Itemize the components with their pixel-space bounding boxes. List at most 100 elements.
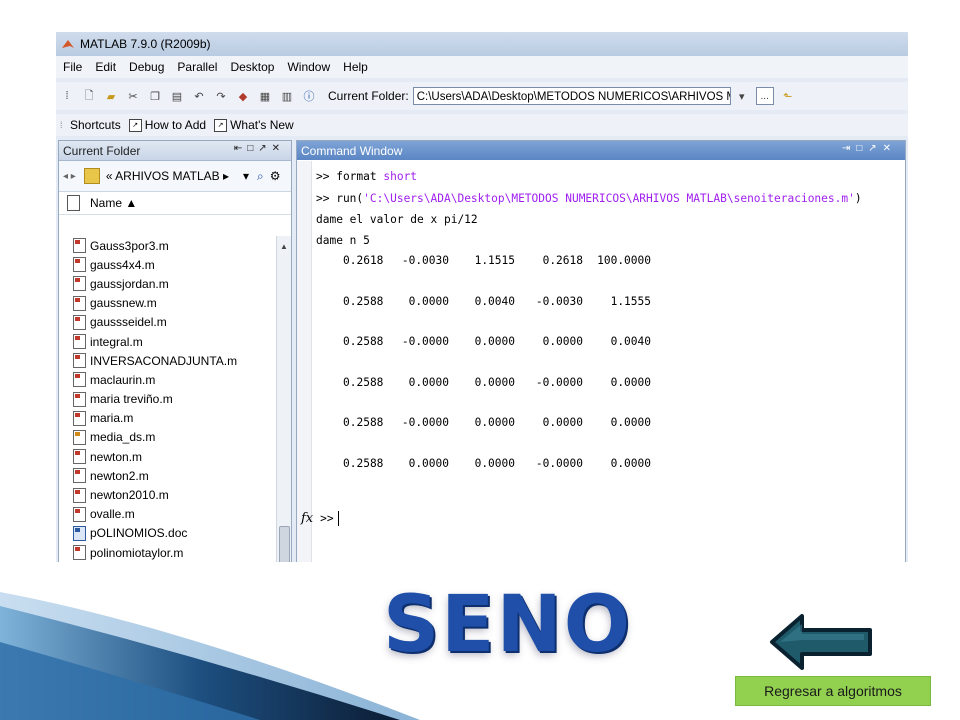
open-folder-icon[interactable]: ▰ bbox=[103, 88, 119, 104]
decorative-ribbon bbox=[0, 592, 420, 720]
fx-icon[interactable]: fx bbox=[301, 511, 313, 526]
list-item[interactable]: gaussnew.m bbox=[59, 294, 275, 313]
table-row: 0.2588 -0.0000 0.0000 0.0000 0.0040 bbox=[343, 335, 651, 348]
menu-desktop[interactable]: Desktop bbox=[223, 60, 280, 74]
back-forward-icon[interactable]: ◂ ▸ bbox=[63, 171, 76, 182]
matlab-logo-icon bbox=[62, 40, 74, 48]
list-item[interactable]: newton2.m bbox=[59, 466, 275, 485]
shortcuts-label[interactable]: Shortcuts bbox=[70, 118, 121, 132]
how-to-add-link[interactable]: How to Add bbox=[145, 118, 206, 132]
command-window-header: Command Window ⇥□↗✕ bbox=[297, 141, 905, 160]
file-name: pOLINOMIOS.doc bbox=[90, 526, 188, 541]
menu-debug[interactable]: Debug bbox=[122, 60, 170, 74]
search-icon[interactable]: ⌕ bbox=[257, 169, 264, 184]
list-item[interactable]: media_ds.m bbox=[59, 428, 275, 447]
output-line: dame n 5 bbox=[316, 234, 370, 247]
m-file-icon bbox=[73, 545, 86, 561]
scroll-up-icon[interactable]: ▲ bbox=[277, 242, 291, 251]
whats-new-icon: ↗ bbox=[214, 118, 228, 132]
m-file-icon bbox=[73, 449, 86, 465]
name-column-header[interactable]: Name ▲ bbox=[59, 192, 291, 215]
m-file-icon bbox=[73, 372, 86, 388]
file-name: gaussseidel.m bbox=[90, 315, 167, 330]
menu-edit[interactable]: Edit bbox=[88, 60, 122, 74]
folder-icon bbox=[83, 168, 100, 184]
list-item[interactable]: newton2010.m bbox=[59, 485, 275, 504]
folder-address[interactable]: « ARHIVOS MATLAB ▸ bbox=[106, 169, 229, 183]
address-dropdown-icon[interactable]: ▾ bbox=[243, 169, 249, 183]
browse-folder-button[interactable]: ... bbox=[755, 87, 774, 105]
cut-icon[interactable]: ✂ bbox=[125, 88, 141, 104]
list-item[interactable]: Gauss3por3.m bbox=[59, 236, 275, 255]
back-arrow-icon[interactable] bbox=[768, 612, 874, 672]
file-name: newton.m bbox=[90, 449, 143, 464]
back-to-algorithms-link[interactable]: Regresar a algoritmos bbox=[735, 676, 931, 706]
file-name: media_ds.m bbox=[90, 430, 156, 445]
undo-icon[interactable]: ↶ bbox=[191, 88, 207, 104]
prompt-symbol: >> bbox=[320, 512, 334, 525]
list-item[interactable]: gaussjordan.m bbox=[59, 274, 275, 293]
copy-icon[interactable]: ❐ bbox=[147, 88, 163, 104]
shortcuts-bar: ⁞ Shortcuts ↗ How to Add ↗ What's New bbox=[56, 114, 908, 136]
file-list-scrollbar[interactable]: ▲ bbox=[276, 236, 291, 562]
name-column-label: Name ▲ bbox=[90, 196, 138, 210]
m-file-icon bbox=[73, 410, 86, 426]
new-file-icon[interactable]: 🗋 bbox=[81, 88, 97, 104]
menu-parallel[interactable]: Parallel bbox=[170, 60, 223, 74]
text-caret bbox=[337, 511, 339, 526]
scrollbar-thumb[interactable] bbox=[279, 526, 290, 562]
command-gutter bbox=[297, 161, 312, 562]
file-name: ovalle.m bbox=[90, 507, 135, 522]
file-name: INVERSACONADJUNTA.m bbox=[90, 353, 238, 368]
table-row: 0.2588 0.0000 0.0000 -0.0000 0.0000 bbox=[343, 376, 651, 389]
folder-address-bar: ◂ ▸ « ARHIVOS MATLAB ▸ ▾ ⌕ ⚙ bbox=[59, 161, 291, 192]
matlab-screenshot: MATLAB 7.9.0 (R2009b) File Edit Debug Pa… bbox=[56, 32, 908, 562]
list-item[interactable]: gauss4x4.m bbox=[59, 255, 275, 274]
file-name: maria treviño.m bbox=[90, 392, 173, 407]
file-name: newton2.m bbox=[90, 468, 149, 483]
m-file-icon bbox=[73, 257, 86, 273]
current-folder-panel: Current Folder ⇤□↗✕ ◂ ▸ « ARHIVOS MATLAB… bbox=[58, 140, 292, 562]
list-item[interactable]: integral.m bbox=[59, 332, 275, 351]
panel-window-controls-icon[interactable]: ⇤□↗✕ bbox=[234, 143, 285, 154]
table-row: 0.2588 -0.0000 0.0000 0.0000 0.0000 bbox=[343, 416, 651, 429]
list-item[interactable]: INVERSACONADJUNTA.m bbox=[59, 351, 275, 370]
command-window-panel: Command Window ⇥□↗✕ >> format short >> r… bbox=[296, 140, 906, 562]
list-item[interactable]: pOLINOMIOS.doc bbox=[59, 524, 275, 543]
list-item[interactable]: ovalle.m bbox=[59, 505, 275, 524]
gear-icon[interactable]: ⚙ bbox=[270, 169, 281, 183]
file-name: gauss4x4.m bbox=[90, 257, 155, 272]
redo-icon[interactable]: ↷ bbox=[213, 88, 229, 104]
panel-window-controls-icon[interactable]: ⇥□↗✕ bbox=[842, 143, 897, 154]
list-item[interactable]: maria.m bbox=[59, 409, 275, 428]
paste-icon[interactable]: ▤ bbox=[169, 88, 185, 104]
file-name: gaussjordan.m bbox=[90, 276, 169, 291]
m-file-icon bbox=[73, 238, 86, 254]
m-file-icon bbox=[73, 295, 86, 311]
current-folder-label: Current Folder: bbox=[328, 89, 409, 103]
menu-help[interactable]: Help bbox=[336, 60, 374, 74]
simulink-icon[interactable]: ◆ bbox=[235, 88, 251, 104]
parent-folder-icon[interactable]: ⬑ bbox=[780, 88, 796, 104]
list-item[interactable]: newton.m bbox=[59, 447, 275, 466]
guide-icon[interactable]: ▦ bbox=[257, 88, 273, 104]
help-icon[interactable]: ⓘ bbox=[301, 88, 317, 104]
current-folder-input[interactable]: C:\Users\ADA\Desktop\METODOS NUMERICOS\A… bbox=[412, 87, 731, 105]
m-file-icon bbox=[73, 276, 86, 292]
list-item[interactable]: maria treviño.m bbox=[59, 390, 275, 409]
m-file-icon bbox=[73, 487, 86, 503]
command-prompt[interactable]: fx >> bbox=[301, 511, 339, 526]
list-item[interactable]: maclaurin.m bbox=[59, 370, 275, 389]
menu-file[interactable]: File bbox=[56, 60, 88, 74]
slide-title: SENO bbox=[383, 580, 633, 670]
file-name: gaussnew.m bbox=[90, 296, 157, 311]
menu-window[interactable]: Window bbox=[280, 60, 336, 74]
list-item[interactable]: polinomiotaylor.m bbox=[59, 543, 275, 562]
chevron-down-icon[interactable]: ▾ bbox=[734, 88, 750, 104]
whats-new-link[interactable]: What's New bbox=[230, 118, 294, 132]
list-item[interactable]: gaussseidel.m bbox=[59, 313, 275, 332]
table-row: 0.2588 0.0000 0.0000 -0.0000 0.0000 bbox=[343, 457, 651, 470]
profiler-icon[interactable]: ▥ bbox=[279, 88, 295, 104]
command-window-body[interactable]: >> format short >> run('C:\Users\ADA\Des… bbox=[297, 161, 905, 562]
current-folder-panel-title: Current Folder bbox=[63, 143, 141, 158]
